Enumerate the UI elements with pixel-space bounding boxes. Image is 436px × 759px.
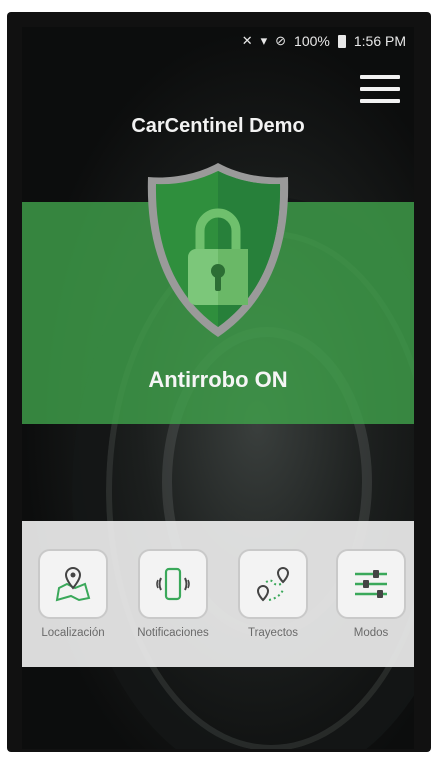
do-not-disturb-icon: ⊘: [275, 33, 287, 48]
nav-label: Modos: [353, 627, 389, 639]
nav-label: Trayectos: [247, 627, 299, 639]
battery-icon: [337, 34, 346, 48]
map-pin-icon: [55, 566, 91, 602]
clock: 1:56 PM: [353, 33, 406, 49]
battery-percent: 100%: [294, 33, 330, 49]
phone-vibrate-icon: [156, 567, 190, 601]
app-screen: ✕ ▾ ⊘ 100% 1:56 PM CarCentinel Demo Anti…: [22, 27, 414, 749]
mute-icon: ✕: [241, 33, 253, 48]
nav-modos[interactable]: Modos: [326, 549, 414, 639]
antitheft-status: Antirrobo ON: [148, 367, 288, 392]
nav-trayectos[interactable]: Trayectos: [228, 549, 318, 639]
bottom-nav-panel: Localización Notificaciones Trayectos Mo…: [22, 521, 414, 667]
route-icon: [256, 566, 290, 602]
lock-shield-icon[interactable]: [144, 159, 292, 341]
nav-label: Notificaciones: [137, 627, 209, 639]
nav-localizacion[interactable]: Localización: [28, 549, 118, 639]
app-title: CarCentinel Demo: [131, 115, 305, 137]
wifi-icon: ▾: [260, 33, 268, 48]
nav-label: Localización: [41, 627, 105, 639]
nav-notificaciones[interactable]: Notificaciones: [128, 549, 218, 639]
sliders-icon: [355, 570, 387, 598]
hamburger-menu-icon[interactable]: [360, 75, 400, 103]
status-bar: ✕ ▾ ⊘ 100% 1:56 PM: [22, 27, 414, 55]
phone-frame: ✕ ▾ ⊘ 100% 1:56 PM CarCentinel Demo Anti…: [7, 12, 431, 752]
